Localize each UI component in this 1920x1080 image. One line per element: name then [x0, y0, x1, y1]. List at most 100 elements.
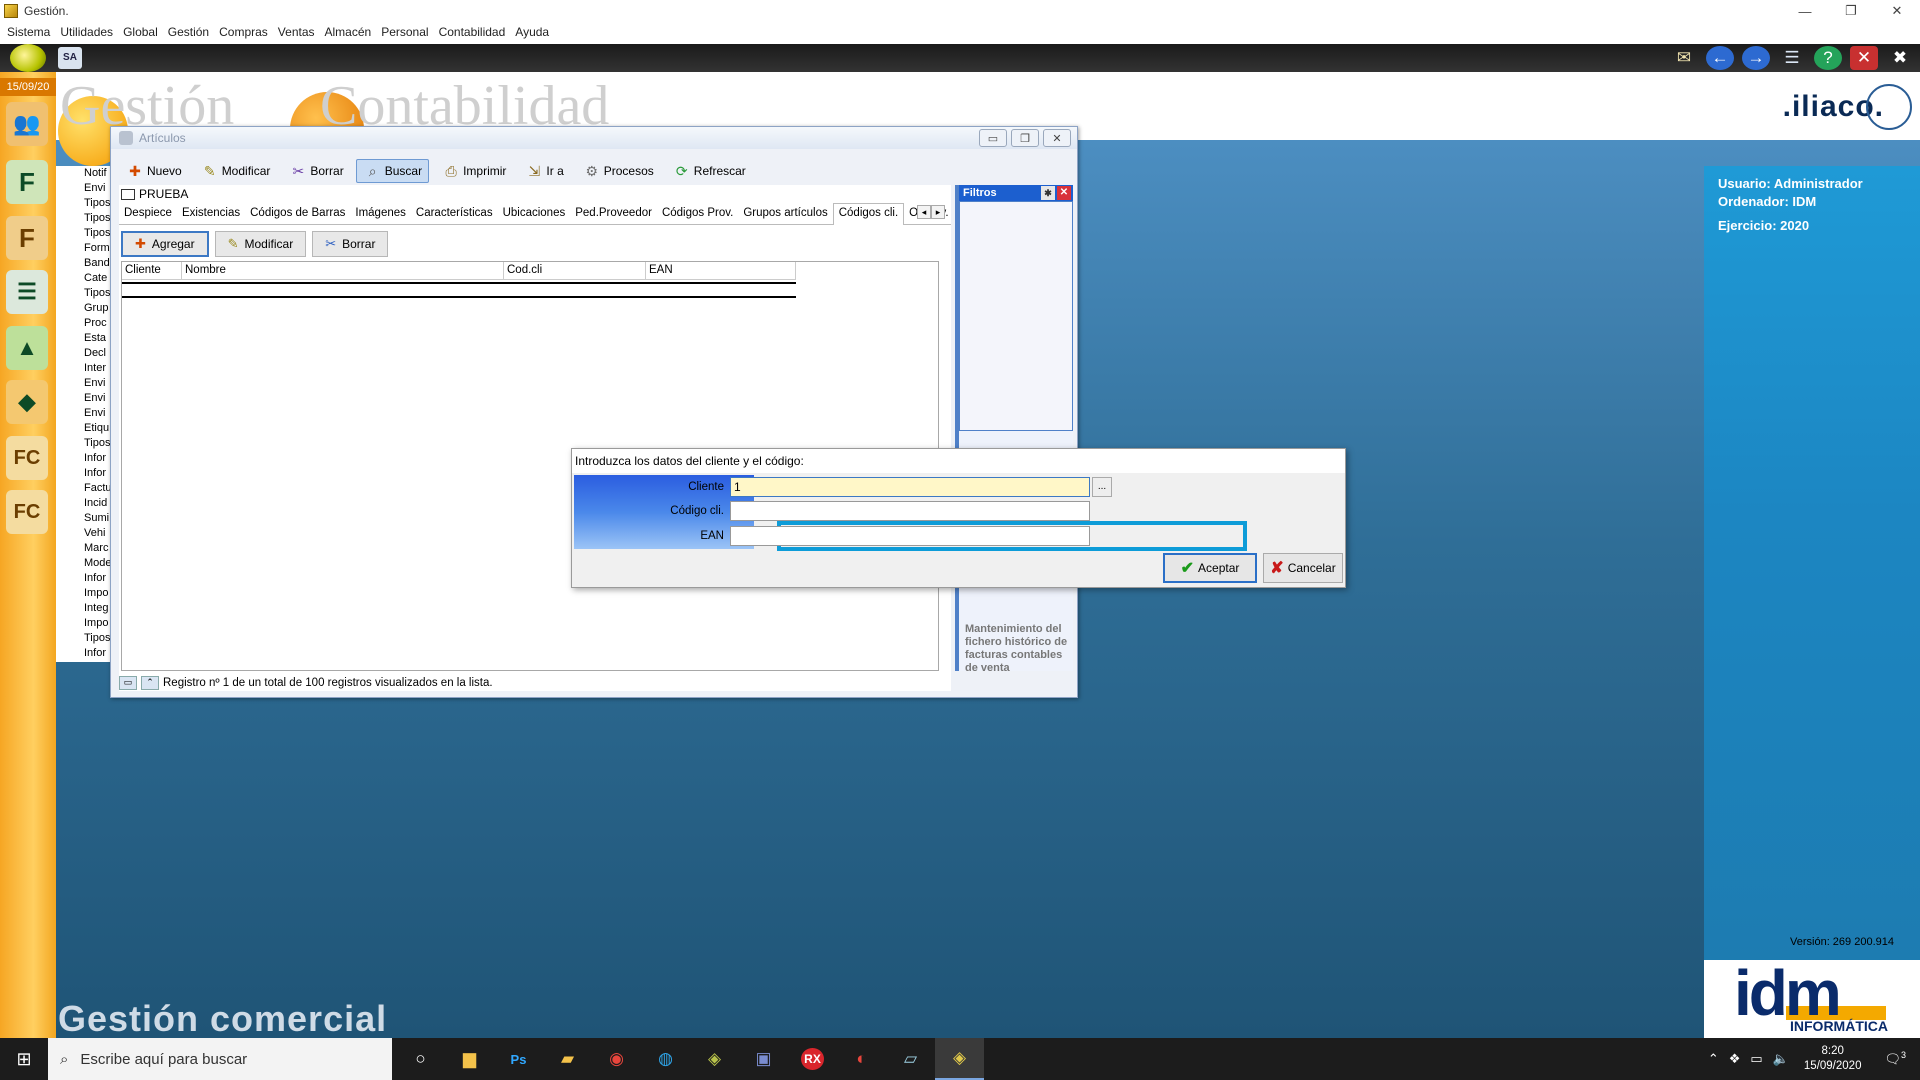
- help-icon[interactable]: ?: [1814, 46, 1842, 70]
- list-item[interactable]: Band: [56, 256, 111, 271]
- window-maximize-icon[interactable]: ❐: [1011, 129, 1039, 147]
- file-explorer-icon[interactable]: ▆: [445, 1038, 494, 1080]
- modificar-button[interactable]: ✎ Modificar: [194, 159, 277, 183]
- menu-almacen[interactable]: Almacén: [325, 25, 372, 39]
- menu-compras[interactable]: Compras: [219, 25, 268, 39]
- chrome-icon[interactable]: ◉: [592, 1038, 641, 1080]
- list-item[interactable]: Infor: [56, 646, 111, 661]
- menu-gestion[interactable]: Gestión: [168, 25, 209, 39]
- list-item[interactable]: Decl: [56, 346, 111, 361]
- list-item[interactable]: Mode: [56, 556, 111, 571]
- back-arrow-icon[interactable]: ←: [1706, 46, 1734, 70]
- windows-menu-icon[interactable]: ☰: [1778, 46, 1806, 70]
- red-app-icon[interactable]: ◐: [837, 1038, 886, 1080]
- tab-codigos-prov[interactable]: Códigos Prov.: [657, 203, 738, 224]
- list-item[interactable]: Notif: [56, 166, 111, 181]
- tab-caracteristicas[interactable]: Características: [411, 203, 498, 224]
- list-item[interactable]: Form: [56, 241, 111, 256]
- menu-global[interactable]: Global: [123, 25, 158, 39]
- articulos-titlebar[interactable]: Artículos ▭ ❐ ✕: [111, 127, 1077, 149]
- list-item[interactable]: Incid: [56, 496, 111, 511]
- forward-arrow-icon[interactable]: →: [1742, 46, 1770, 70]
- list-item[interactable]: Proc: [56, 316, 111, 331]
- pin-icon[interactable]: ✱: [1041, 186, 1055, 200]
- list-item[interactable]: Infor: [56, 571, 111, 586]
- list-item[interactable]: Tipos: [56, 211, 111, 226]
- menu-personal[interactable]: Personal: [381, 25, 428, 39]
- network-icon[interactable]: ▭: [1750, 1051, 1762, 1067]
- list-item[interactable]: Factu: [56, 481, 111, 496]
- tab-ubicaciones[interactable]: Ubicaciones: [498, 203, 571, 224]
- tab-codigos-cli[interactable]: Códigos cli.: [832, 203, 905, 225]
- filtros-close-icon[interactable]: ✕: [1057, 186, 1071, 200]
- users-icon[interactable]: 👥: [6, 102, 48, 146]
- list-item[interactable]: Tipos: [56, 196, 111, 211]
- procesos-button[interactable]: ⚙ Procesos: [576, 159, 660, 183]
- menu-utilidades[interactable]: Utilidades: [60, 25, 113, 39]
- list-item[interactable]: Envi: [56, 391, 111, 406]
- window-close-icon[interactable]: ✕: [1043, 129, 1071, 147]
- list-item[interactable]: Infor: [56, 466, 111, 481]
- column-header[interactable]: EAN: [646, 262, 796, 280]
- tab-scroll-left-icon[interactable]: ◂: [917, 205, 931, 219]
- menu-ayuda[interactable]: Ayuda: [515, 25, 549, 39]
- ir-a-button[interactable]: ⇲ Ir a: [518, 159, 569, 183]
- tab-codigos-barras[interactable]: Códigos de Barras: [245, 203, 350, 224]
- tab-grupos-articulos[interactable]: Grupos artículos: [738, 203, 832, 224]
- bag-icon[interactable]: ▲: [6, 326, 48, 370]
- menu-ventas[interactable]: Ventas: [278, 25, 315, 39]
- aceptar-button[interactable]: ✔ Aceptar: [1163, 553, 1257, 583]
- list-item[interactable]: Inter: [56, 361, 111, 376]
- taskbar-clock[interactable]: 8:20 15/09/2020: [1804, 1044, 1862, 1074]
- filtros-body[interactable]: [959, 201, 1073, 431]
- tab-despiece[interactable]: Despiece: [119, 203, 177, 224]
- close-window-icon[interactable]: ✕: [1850, 46, 1878, 70]
- borrar-codigo-button[interactable]: ✂ Borrar: [312, 231, 389, 257]
- exit-icon[interactable]: ✖: [1886, 46, 1914, 70]
- agregar-button[interactable]: ✚ Agregar: [121, 231, 209, 257]
- list-item[interactable]: Grup: [56, 301, 111, 316]
- restore-icon[interactable]: ❐: [1828, 0, 1874, 22]
- minimize-icon[interactable]: —: [1782, 0, 1828, 22]
- list-item[interactable]: Tipos: [56, 286, 111, 301]
- list-item[interactable]: Vehi: [56, 526, 111, 541]
- refrescar-button[interactable]: ⟳ Refrescar: [666, 159, 752, 183]
- borrar-button[interactable]: ✂ Borrar: [282, 159, 349, 183]
- close-icon[interactable]: ✕: [1874, 0, 1920, 22]
- modificar-codigo-button[interactable]: ✎ Modificar: [214, 231, 307, 257]
- gestion-active-icon[interactable]: ◈: [935, 1038, 984, 1080]
- network-app-icon[interactable]: ▣: [739, 1038, 788, 1080]
- list-item[interactable]: Envi: [56, 376, 111, 391]
- list-item[interactable]: Tipos: [56, 631, 111, 646]
- list-item[interactable]: Impo: [56, 616, 111, 631]
- list-item[interactable]: Integ: [56, 601, 111, 616]
- cliente-input[interactable]: [730, 477, 1090, 497]
- list-icon[interactable]: ☰: [6, 270, 48, 314]
- folder-icon[interactable]: ▰: [543, 1038, 592, 1080]
- dropbox-icon[interactable]: ❖: [1729, 1051, 1741, 1067]
- task-view-icon[interactable]: ○: [396, 1038, 445, 1080]
- tab-scroll-right-icon[interactable]: ▸: [931, 205, 945, 219]
- edge-icon[interactable]: ◍: [641, 1038, 690, 1080]
- tab-existencias[interactable]: Existencias: [177, 203, 245, 224]
- ean-input[interactable]: [730, 526, 1090, 546]
- column-header[interactable]: Cliente: [122, 262, 182, 280]
- list-item[interactable]: Cate: [56, 271, 111, 286]
- list-item[interactable]: Marc: [56, 541, 111, 556]
- photoshop-icon[interactable]: Ps: [494, 1038, 543, 1080]
- facturas-f2-icon[interactable]: F: [6, 216, 48, 260]
- volume-icon[interactable]: 🔈: [1773, 1051, 1789, 1067]
- gestion-orb-icon[interactable]: [10, 44, 46, 72]
- list-item[interactable]: Envi: [56, 181, 111, 196]
- notifications-icon[interactable]: 🗨3: [1884, 1050, 1906, 1067]
- tray-chevron-icon[interactable]: ⌃: [1708, 1051, 1719, 1067]
- cliente-lookup-button[interactable]: ...: [1092, 477, 1112, 497]
- column-header[interactable]: Nombre: [182, 262, 504, 280]
- fc2-icon[interactable]: FC: [6, 490, 48, 534]
- list-item[interactable]: Infor: [56, 451, 111, 466]
- notes-app-icon[interactable]: ▱: [886, 1038, 935, 1080]
- codigo-cli-input[interactable]: [730, 501, 1090, 521]
- list-item[interactable]: Etiqu: [56, 421, 111, 436]
- tab-ped-proveedor[interactable]: Ped.Proveedor: [570, 203, 657, 224]
- mail-icon[interactable]: ✉: [1670, 46, 1698, 70]
